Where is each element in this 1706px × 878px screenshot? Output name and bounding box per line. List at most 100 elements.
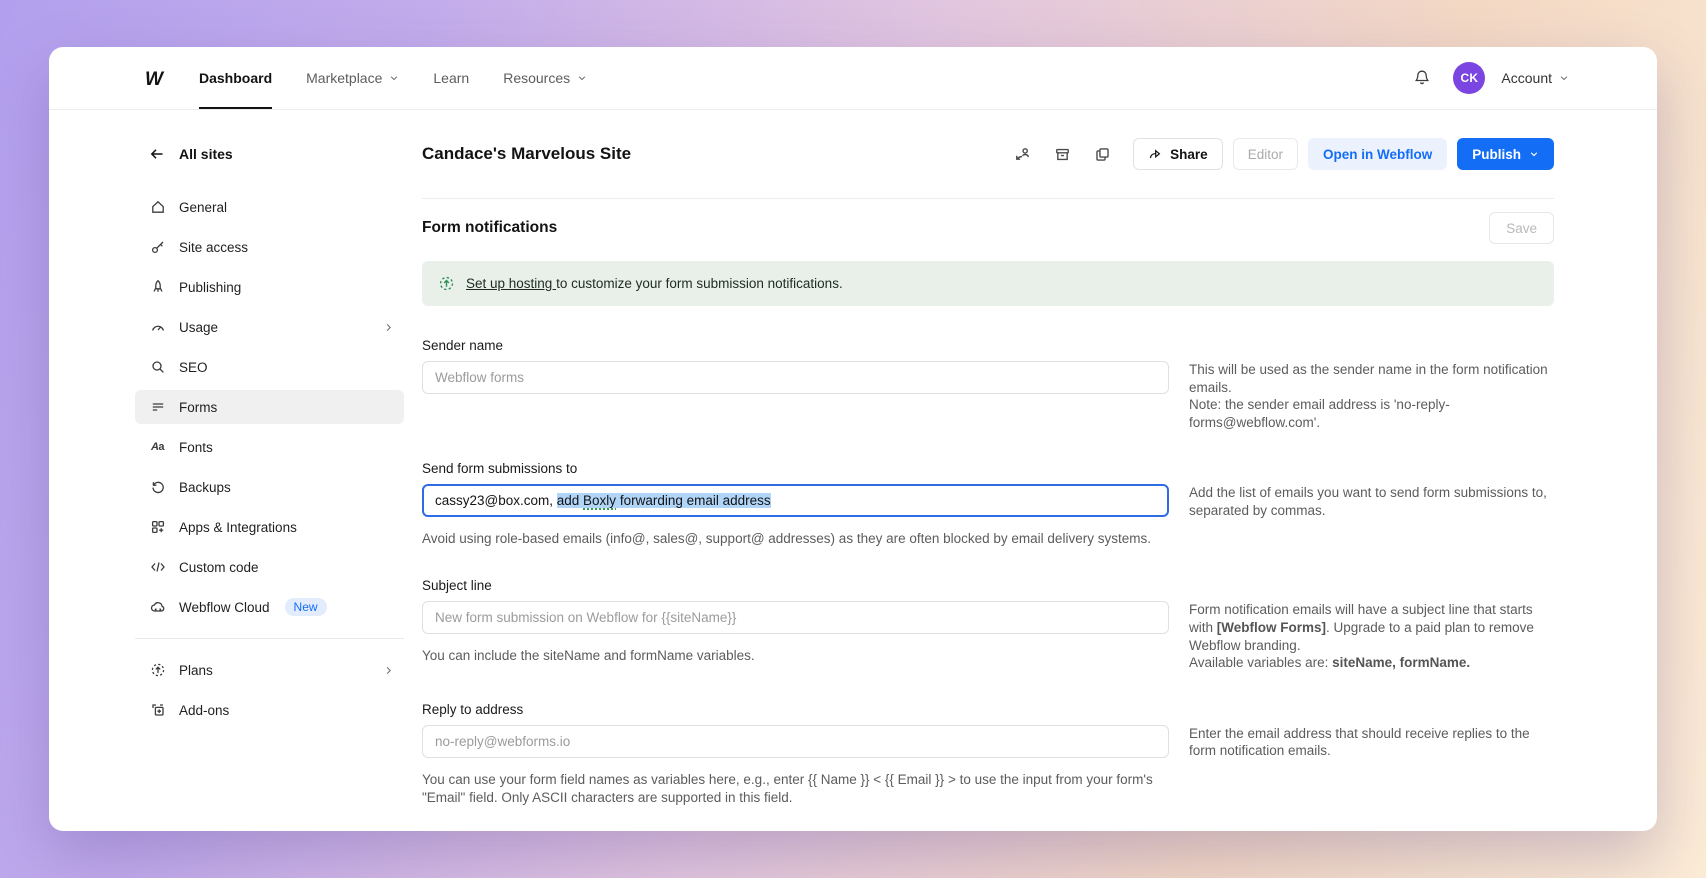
apps-grid-plus-icon [149,519,166,536]
publish-label: Publish [1472,146,1521,162]
sidebar-item-label: Forms [179,399,218,415]
chevron-down-icon [391,76,398,81]
tab-resources[interactable]: Resources [503,47,587,109]
chevron-down-icon [1560,76,1568,81]
send-submissions-label: Send form submissions to [422,461,578,477]
sidebar-item-fonts[interactable]: Aa Fonts [135,430,404,464]
open-in-webflow-button[interactable]: Open in Webflow [1307,138,1448,170]
sender-name-helper: This will be used as the sender name in … [1189,362,1548,430]
svg-text:W: W [145,69,165,87]
tab-learn-label: Learn [433,70,470,86]
tab-resources-label: Resources [503,70,571,86]
subject-line-help: You can include the siteName and formNam… [422,648,755,664]
webflow-logo[interactable]: W [145,47,171,109]
archive-icon[interactable] [1047,139,1077,169]
save-label: Save [1506,220,1537,236]
sidebar-item-label: Apps & Integrations [179,519,297,535]
set-up-hosting-link[interactable]: Set up hosting [466,276,556,291]
reply-to-row: Reply to address You can use your form f… [422,702,1554,807]
page-title: Form notifications [422,219,558,236]
upgrade-circle-icon [439,276,454,291]
sidebar-item-site-access[interactable]: Site access [135,230,404,264]
hosting-banner: Set up hosting to customize your form su… [422,261,1554,306]
sidebar-item-label: Plans [179,662,213,678]
selected-text: add [556,493,584,509]
sidebar-divider [135,638,404,639]
sidebar-item-webflow-cloud[interactable]: Webflow Cloud New [135,590,404,624]
chevron-down-icon [1530,152,1538,157]
tab-dashboard[interactable]: Dashboard [199,47,273,109]
sidebar-item-forms[interactable]: Forms [135,390,404,424]
avatar[interactable]: CK [1453,62,1486,94]
share-label: Share [1170,146,1208,162]
upgrade-circle-icon [149,662,166,679]
webflow-logo-icon: W [145,69,165,87]
sidebar-item-apps-integrations[interactable]: Apps & Integrations [135,510,404,544]
send-submissions-input[interactable]: cassy23@box.com, add Boxly forwarding em… [422,484,1169,518]
account-menu[interactable]: Account [1501,70,1569,86]
sidebar-item-label: Webflow Cloud [179,599,270,615]
sidebar-item-publishing[interactable]: Publishing [135,270,404,304]
arrow-left-icon [150,149,163,159]
add-ons-icon [149,702,166,719]
sidebar-item-plans[interactable]: Plans [135,653,404,687]
rocket-icon [149,279,166,296]
editor-button[interactable]: Editor [1232,138,1298,170]
chevron-right-icon [386,323,391,331]
sidebar-item-add-ons[interactable]: Add-ons [135,693,404,727]
email-value-text: cassy23@box.com, [435,493,557,509]
search-icon [149,359,166,376]
key-icon [149,239,166,256]
editor-label: Editor [1247,146,1283,162]
sidebar-item-label: Backups [179,479,231,495]
sidebar-item-backups[interactable]: Backups [135,470,404,504]
duplicate-icon[interactable] [1087,139,1117,169]
sender-name-input[interactable] [422,361,1169,394]
subject-line-row: Subject line You can include the siteNam… [422,578,1554,671]
sidebar-item-custom-code[interactable]: Custom code [135,550,404,584]
publish-button[interactable]: Publish [1457,138,1554,170]
reply-to-help: You can use your form field names as var… [422,771,1153,805]
share-button[interactable]: Share [1133,138,1223,170]
tab-learn[interactable]: Learn [433,47,469,109]
tab-dashboard-label: Dashboard [199,70,273,86]
share-arrow-icon [1150,149,1161,159]
back-label: All sites [179,146,233,162]
sidebar-item-label: SEO [179,359,208,375]
subject-line-input[interactable] [422,601,1169,635]
sidebar-item-label: General [179,199,228,215]
send-submissions-row: Send form submissions to cassy23@box.com… [422,461,1554,548]
sidebar-item-label: Publishing [179,279,242,295]
sidebar-item-usage[interactable]: Usage [135,310,404,344]
subject-line-label: Subject line [422,578,492,594]
account-label: Account [1501,70,1552,86]
sidebar-item-label: Fonts [179,439,213,455]
reply-to-helper: Enter the email address that should rece… [1189,725,1530,759]
sidebar-item-label: Custom code [179,559,259,575]
tab-marketplace[interactable]: Marketplace [306,47,399,109]
tab-marketplace-label: Marketplace [306,70,383,86]
settings-window: W Dashboard Marketplace Learn Resources [49,47,1657,831]
sidebar-item-label: Add-ons [179,702,230,718]
top-nav: W Dashboard Marketplace Learn Resources [49,47,1657,110]
site-header: Candace's Marvelous Site Share Editor Op… [422,110,1554,199]
fonts-aa-icon: Aa [150,441,165,453]
reply-to-label: Reply to address [422,701,524,717]
settings-sidebar: All sites General Site access Publishing [49,110,404,831]
code-icon [149,559,166,576]
reply-to-input[interactable] [422,724,1169,758]
restore-history-icon [149,479,166,496]
send-submissions-help: Avoid using role-based emails (info@, sa… [422,531,1151,547]
sidebar-item-seo[interactable]: SEO [135,350,404,384]
back-to-all-sites[interactable]: All sites [135,144,404,164]
selected-text: forwarding email address [616,493,771,509]
transfer-site-icon[interactable] [1007,139,1037,169]
subject-line-helper: Form notification emails will have a sub… [1189,602,1534,671]
save-button[interactable]: Save [1489,212,1554,244]
gauge-icon [149,319,166,336]
notifications-bell-icon[interactable] [1407,63,1437,93]
sidebar-item-label: Usage [179,319,219,335]
sender-name-label: Sender name [422,338,504,353]
site-title: Candace's Marvelous Site [422,144,632,163]
sidebar-item-general[interactable]: General [135,190,404,224]
